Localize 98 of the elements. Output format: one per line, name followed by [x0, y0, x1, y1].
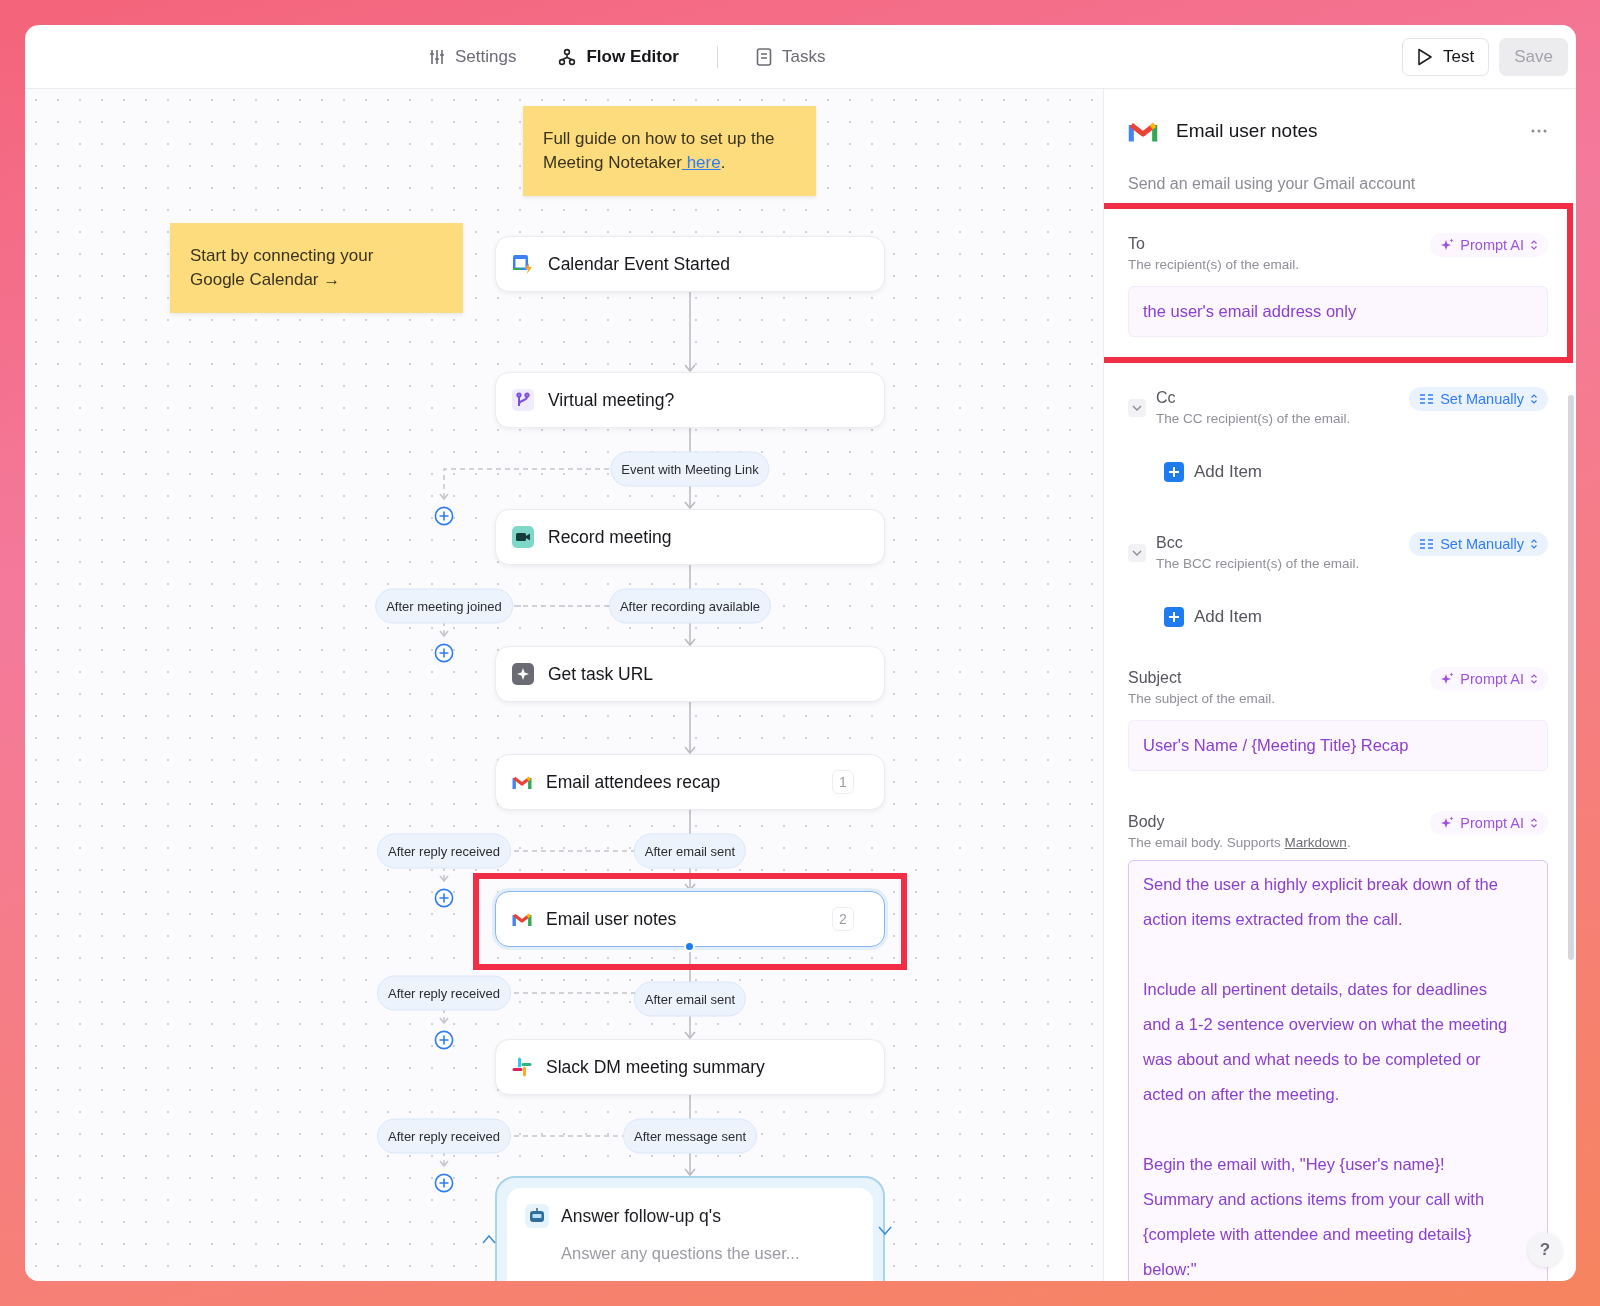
- more-icon[interactable]: [1530, 128, 1548, 134]
- add-icon[interactable]: [434, 888, 454, 908]
- count-badge: 2: [832, 907, 854, 931]
- add-icon[interactable]: [434, 643, 454, 663]
- mode-dropdown[interactable]: Set Manually: [1409, 387, 1548, 411]
- field-description: The CC recipient(s) of the email.: [1156, 411, 1351, 426]
- input-field[interactable]: the user's email address only: [1128, 286, 1548, 337]
- flow-node[interactable]: Record meeting: [495, 509, 885, 565]
- updown-icon: [1530, 539, 1538, 549]
- add-icon: [1164, 462, 1184, 482]
- play-icon: [1417, 47, 1434, 66]
- calendar-icon: [512, 253, 534, 275]
- flow-node[interactable]: Slack DM meeting summary: [495, 1039, 885, 1095]
- chevron-down-icon: [1132, 550, 1142, 556]
- sparkle-icon: [1440, 238, 1455, 252]
- field-label: Bcc: [1156, 534, 1184, 552]
- collapse-button[interactable]: [1128, 544, 1146, 562]
- sticky-note: Full guide on how to set up the Meeting Notetaker here.: [523, 106, 816, 196]
- branch-label[interactable]: After email sent: [633, 833, 747, 869]
- robot-icon: [525, 1204, 549, 1228]
- branch-label[interactable]: After reply received: [377, 1118, 511, 1154]
- field-label: Subject: [1128, 669, 1183, 687]
- panel-title: Email user notes: [1176, 120, 1318, 142]
- tab[interactable]: Tasks: [752, 40, 830, 73]
- field-label: Cc: [1156, 389, 1177, 407]
- branch-icon: [512, 389, 534, 411]
- help-button[interactable]: ?: [1528, 1233, 1562, 1267]
- sparkle-icon: [512, 663, 534, 685]
- node-title: Calendar Event Started: [548, 253, 730, 275]
- scrollbar-thumb[interactable]: [1568, 395, 1574, 960]
- video-camera-icon: [512, 526, 534, 548]
- field-label: To: [1128, 235, 1146, 253]
- node-title: Slack DM meeting summary: [546, 1056, 765, 1078]
- paragraph: Begin the email with, "Hey {user's name}! Summary and actions items from your call with {complete with attendee and meeting details} below:": [1143, 1154, 1486, 1280]
- field-description: The BCC recipient(s) of the email.: [1156, 556, 1360, 571]
- add-icon[interactable]: [434, 506, 454, 526]
- field-label: Body: [1128, 813, 1166, 831]
- flow-node[interactable]: Get task URL: [495, 646, 885, 702]
- add-icon[interactable]: [434, 1173, 454, 1193]
- input-field[interactable]: User's Name / {Meeting Title} Recap: [1128, 720, 1548, 771]
- node-title: Get task URL: [548, 663, 654, 685]
- mode-dropdown[interactable]: Prompt AI: [1430, 811, 1548, 835]
- panel-subtitle: Send an email using your Gmail account: [1128, 175, 1417, 193]
- connection-handle[interactable]: [684, 941, 695, 952]
- node-title: Email attendees recap: [546, 771, 721, 793]
- branch-label[interactable]: After meeting joined: [375, 588, 513, 624]
- node-title: Virtual meeting?: [548, 389, 675, 411]
- sparkle-icon: [1440, 816, 1455, 830]
- mail-icon: [512, 774, 532, 790]
- branch-label[interactable]: After reply received: [377, 975, 511, 1011]
- paragraph: Send the user a highly explicit break down of the action items extracted from the call.: [1143, 874, 1499, 930]
- branch-label[interactable]: After email sent: [633, 981, 747, 1017]
- sticky-note: Start by connecting your Google Calendar →: [170, 223, 463, 313]
- updown-icon: [1530, 394, 1538, 404]
- test-button[interactable]: Test: [1402, 37, 1490, 76]
- paragraph: Include all pertinent details, dates for deadlines and a 1-2 sentence overview on what the meeting was about and what needs to be completed or acted on after the meeting.: [1143, 979, 1509, 1105]
- collapse-button[interactable]: [1128, 399, 1146, 417]
- mode-dropdown[interactable]: Prompt AI: [1430, 233, 1548, 257]
- flow-node[interactable]: Email attendees recap 1: [495, 754, 885, 810]
- chevron-down-icon: [1132, 405, 1142, 411]
- add-icon[interactable]: [434, 1030, 454, 1050]
- node-subtitle: Answer any questions the user...: [561, 1244, 801, 1263]
- link[interactable]: Markdown: [1284, 835, 1347, 850]
- branch-label[interactable]: After reply received: [377, 833, 511, 869]
- text-area[interactable]: [1128, 860, 1548, 1281]
- add-item-button[interactable]: Add Item: [1164, 462, 1263, 482]
- flow-node[interactable]: Calendar Event Started: [495, 236, 885, 292]
- flow-node[interactable]: Virtual meeting?: [495, 372, 885, 428]
- field-description: The email body. Supports Markdown.: [1128, 835, 1351, 850]
- add-item-button[interactable]: Add Item: [1164, 607, 1263, 627]
- branch-label[interactable]: After recording available: [608, 588, 772, 624]
- list-icon: [1419, 538, 1435, 550]
- mode-dropdown[interactable]: Set Manually: [1409, 532, 1548, 556]
- tab[interactable]: Flow Editor: [554, 40, 683, 73]
- mode-dropdown[interactable]: Prompt AI: [1430, 667, 1548, 691]
- flow-node[interactable]: Email user notes 2: [495, 891, 885, 947]
- updown-icon: [1530, 818, 1538, 828]
- list-icon: [1419, 393, 1435, 405]
- document-icon: [756, 47, 772, 66]
- flow-node[interactable]: Answer follow-up q's Answer any questions the user...: [507, 1188, 873, 1281]
- node-title: Email user notes: [546, 908, 677, 930]
- count-badge: 1: [832, 770, 854, 794]
- branch-label[interactable]: After message sent: [623, 1118, 757, 1154]
- mail-icon: [512, 911, 532, 927]
- node-title: Answer follow-up q's: [561, 1205, 721, 1227]
- updown-icon: [1530, 240, 1538, 250]
- field-description: The recipient(s) of the email.: [1128, 257, 1300, 272]
- flow-icon: [558, 47, 577, 66]
- pinwheel-icon: [512, 1057, 532, 1077]
- settings-icon: [429, 48, 445, 65]
- tab[interactable]: Settings: [425, 40, 521, 73]
- node-title: Record meeting: [548, 526, 672, 548]
- add-icon: [1164, 607, 1184, 627]
- field-description: The subject of the email.: [1128, 691, 1276, 706]
- connector-arrow: [684, 701, 696, 755]
- sparkle-icon: [1440, 672, 1455, 686]
- branch-label[interactable]: Event with Meeting Link: [610, 451, 770, 487]
- updown-icon: [1530, 674, 1538, 684]
